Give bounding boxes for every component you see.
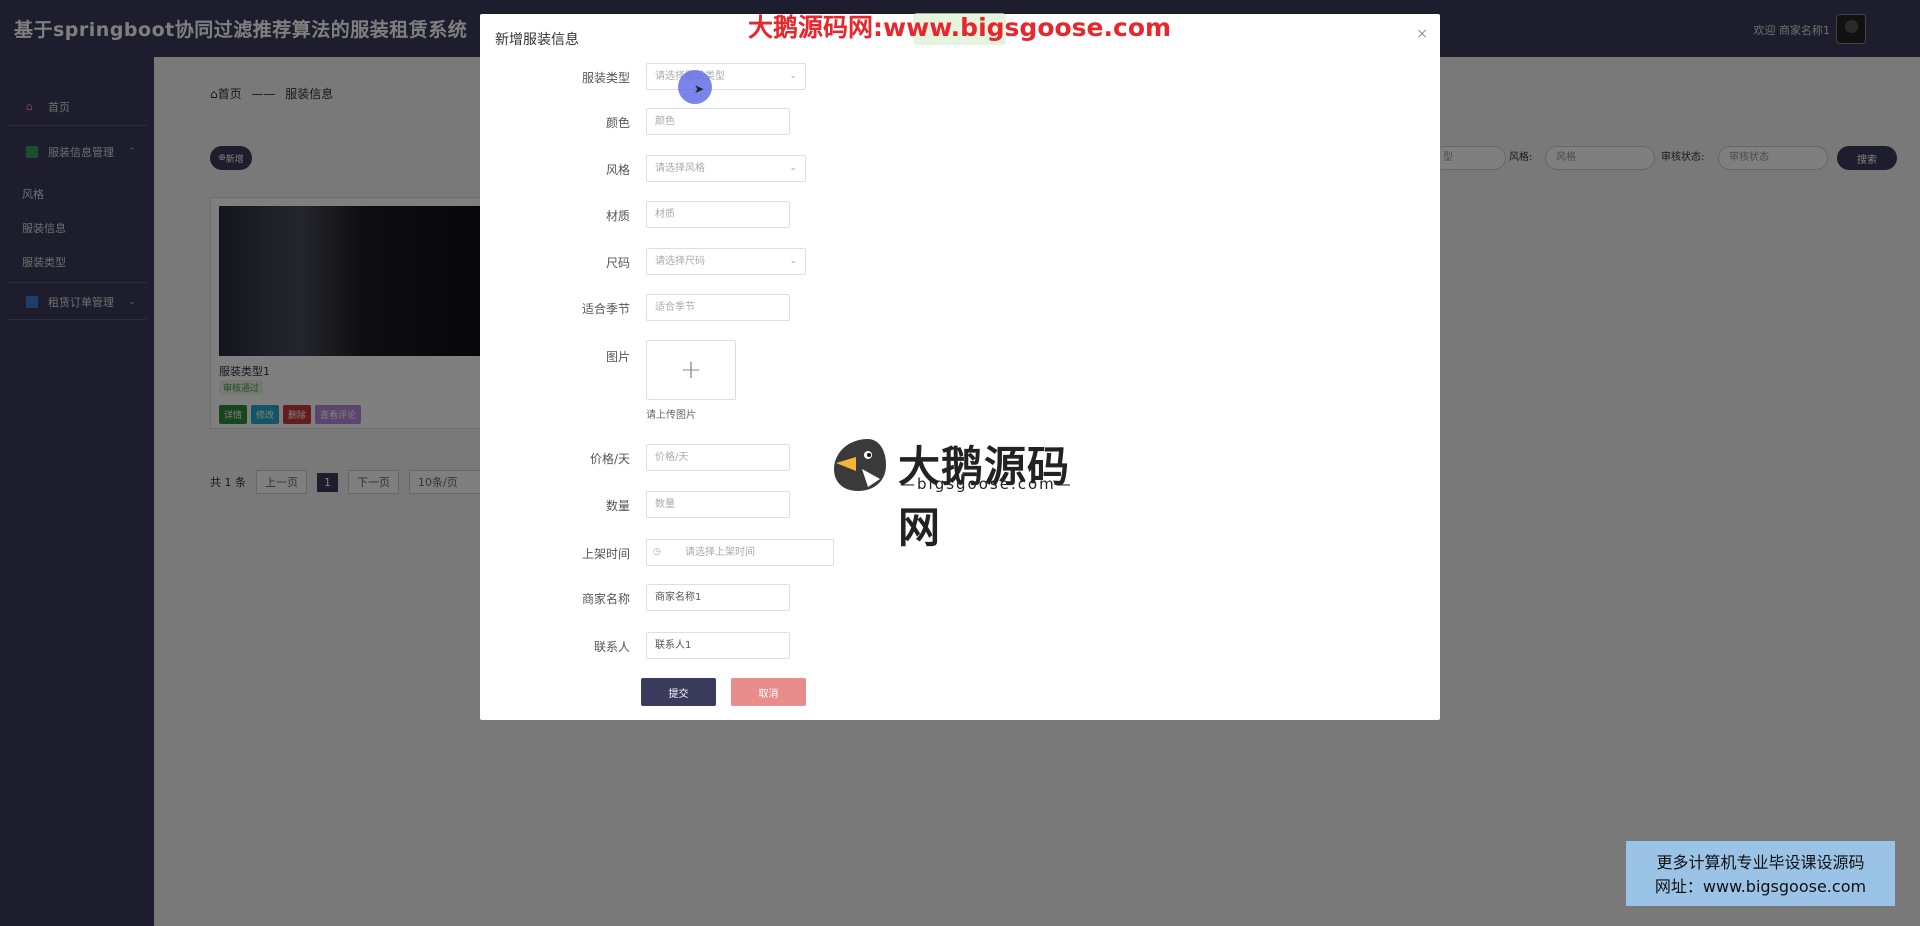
color-input[interactable]: 颜色 [646,108,790,135]
color-label: 颜色 [605,116,630,130]
watermark-ad-box: 更多计算机专业毕设课设源码 网址：www.bigsgoose.com [1626,841,1895,906]
submit-button[interactable]: 提交 [641,678,716,706]
season-input[interactable]: 适合季节 [646,294,790,321]
contact-input[interactable]: 联系人1 [646,632,790,659]
size-label: 尺码 [605,256,630,270]
image-upload[interactable]: + [646,340,736,400]
season-label: 适合季节 [581,302,630,316]
image-label: 图片 [605,350,630,364]
watermark-center: 大鹅源码网 —bigsgoose.com— [828,433,1098,552]
form-row-image: 图片 [480,342,1440,372]
cancel-button[interactable]: 取消 [731,678,806,706]
form-row-color: 颜色 颜色 [480,108,1440,138]
form-row-style: 风格 请选择风格 ⌄ [480,155,1440,185]
material-label: 材质 [605,209,630,223]
close-icon[interactable]: × [1416,26,1428,42]
type-label: 服装类型 [581,71,630,85]
style-label: 风格 [605,163,630,177]
watermark-ad-line2: 网址：www.bigsgoose.com [1654,877,1867,896]
listed-time-label: 上架时间 [581,547,630,561]
chevron-down-icon: ⌄ [789,163,797,173]
merchant-label: 商家名称 [581,592,630,606]
style-select[interactable]: 请选择风格 ⌄ [646,155,806,182]
quantity-label: 数量 [605,499,630,513]
plus-icon: + [680,355,702,385]
size-placeholder: 请选择尺码 [655,256,705,267]
form-row-type: 服装类型 请选择服装类型⌄ [480,63,1440,93]
merchant-input[interactable]: 商家名称1 [646,584,790,611]
form-row-season: 适合季节 适合季节 [480,294,1440,324]
contact-label: 联系人 [593,640,630,654]
watermark-top: 大鹅源码网:www.bigsgoose.com [748,13,1172,42]
form-row-merchant: 商家名称 商家名称1 [480,584,1440,614]
price-label: 价格/天 [589,452,630,466]
goose-logo-icon [834,439,886,491]
form-row-size: 尺码 请选择尺码 ⌄ [480,248,1440,278]
add-clothing-dialog: 新增服装信息 × 服装类型 请选择服装类型⌄ 颜色 颜色 风格 请选择风格 ⌄ 材… [480,14,1440,720]
type-select[interactable]: 请选择服装类型⌄ [646,63,806,90]
dialog-title: 新增服装信息 [495,32,579,48]
size-select[interactable]: 请选择尺码 ⌄ [646,248,806,275]
quantity-input[interactable]: 数量 [646,491,790,518]
watermark-center-url: —bigsgoose.com— [900,475,1073,493]
form-row-contact: 联系人 联系人1 [480,632,1440,662]
form-row-material: 材质 材质 [480,201,1440,231]
style-placeholder: 请选择风格 [655,163,705,174]
mouse-cursor-icon: ➤ [694,82,705,96]
clock-icon: ◷ [653,547,661,557]
listed-time-placeholder: 请选择上架时间 [685,547,755,558]
chevron-down-icon: ⌄ [789,71,797,81]
upload-hint: 请上传图片 [646,410,696,421]
listed-time-picker[interactable]: ◷ 请选择上架时间 [646,539,834,566]
watermark-center-title: 大鹅源码网 [898,442,1071,552]
material-input[interactable]: 材质 [646,201,790,228]
chevron-down-icon: ⌄ [789,256,797,266]
price-input[interactable]: 价格/天 [646,444,790,471]
watermark-ad-line1: 更多计算机专业毕设课设源码 [1656,853,1865,872]
